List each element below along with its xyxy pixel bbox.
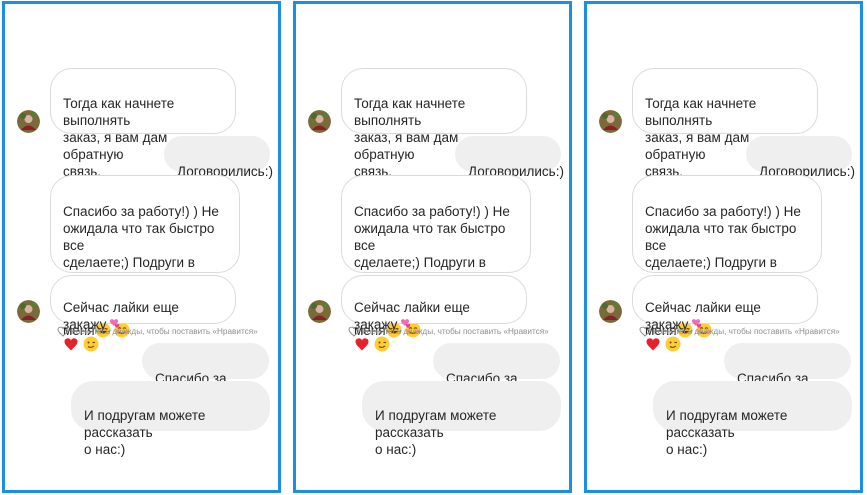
message-text: И подругам можете рассказать о нас:): [666, 408, 788, 457]
like-hint-text: Коснитесь дважды, чтобы поставить «Нрави…: [653, 326, 840, 336]
chat-panel-1: Тогда как начнете выполнять заказ, я вам…: [2, 1, 281, 493]
like-hint[interactable]: Коснитесь дважды, чтобы поставить «Нрави…: [639, 324, 840, 338]
message-outgoing[interactable]: Договорились:): [455, 136, 564, 179]
like-hint[interactable]: Коснитесь дважды, чтобы поставить «Нрави…: [57, 324, 258, 338]
heart-outline-icon: [57, 326, 69, 337]
message-incoming[interactable]: Тогда как начнете выполнять заказ, я вам…: [341, 68, 527, 179]
message-incoming[interactable]: Спасибо за работу!) ) Не ожидала что так…: [50, 175, 240, 338]
message-outgoing[interactable]: Договорились:): [164, 136, 273, 179]
like-hint[interactable]: Коснитесь дважды, чтобы поставить «Нрави…: [348, 324, 549, 338]
sender-avatar[interactable]: [17, 110, 40, 133]
chat-panel-3: Тогда как начнете выполнять заказ, я вам…: [584, 1, 863, 493]
red-heart-icon: [63, 336, 79, 356]
message-outgoing[interactable]: И подругам можете рассказать о нас:): [362, 381, 561, 457]
message-outgoing[interactable]: И подругам можете рассказать о нас:): [71, 381, 270, 457]
message-outgoing[interactable]: Договорились:): [746, 136, 855, 179]
winking-face-icon: [83, 336, 99, 356]
red-heart-icon: [645, 336, 661, 356]
message-outgoing[interactable]: И подругам можете рассказать о нас:): [653, 381, 852, 457]
winking-face-icon: [374, 336, 390, 356]
message-outgoing[interactable]: Спасибо за отзыв:): [433, 343, 560, 403]
message-text: И подругам можете рассказать о нас:): [84, 408, 206, 457]
chat-panel-2: Тогда как начнете выполнять заказ, я вам…: [293, 1, 572, 493]
like-hint-text: Коснитесь дважды, чтобы поставить «Нрави…: [71, 326, 258, 336]
message-incoming[interactable]: Сейчас лайки еще закажу: [50, 275, 236, 352]
red-heart-icon: [354, 336, 370, 356]
message-text: Тогда как начнете выполнять заказ, я вам…: [645, 96, 757, 179]
message-incoming[interactable]: Спасибо за работу!) ) Не ожидала что так…: [632, 175, 822, 338]
message-incoming[interactable]: Сейчас лайки еще закажу: [341, 275, 527, 352]
message-incoming[interactable]: Сейчас лайки еще закажу: [632, 275, 818, 352]
message-outgoing[interactable]: Спасибо за отзыв:): [142, 343, 269, 403]
message-text: Тогда как начнете выполнять заказ, я вам…: [354, 96, 466, 179]
message-text: И подругам можете рассказать о нас:): [375, 408, 497, 457]
message-incoming[interactable]: Тогда как начнете выполнять заказ, я вам…: [632, 68, 818, 179]
like-hint-text: Коснитесь дважды, чтобы поставить «Нрави…: [362, 326, 549, 336]
sender-avatar[interactable]: [308, 110, 331, 133]
message-text: Тогда как начнете выполнять заказ, я вам…: [63, 96, 175, 179]
message-incoming[interactable]: Тогда как начнете выполнять заказ, я вам…: [50, 68, 236, 179]
winking-face-icon: [665, 336, 681, 356]
sender-avatar[interactable]: [17, 300, 40, 323]
sender-avatar[interactable]: [308, 300, 331, 323]
message-incoming[interactable]: Спасибо за работу!) ) Не ожидала что так…: [341, 175, 531, 338]
heart-outline-icon: [639, 326, 651, 337]
heart-outline-icon: [348, 326, 360, 337]
sender-avatar[interactable]: [599, 110, 622, 133]
sender-avatar[interactable]: [599, 300, 622, 323]
message-outgoing[interactable]: Спасибо за отзыв:): [724, 343, 851, 403]
